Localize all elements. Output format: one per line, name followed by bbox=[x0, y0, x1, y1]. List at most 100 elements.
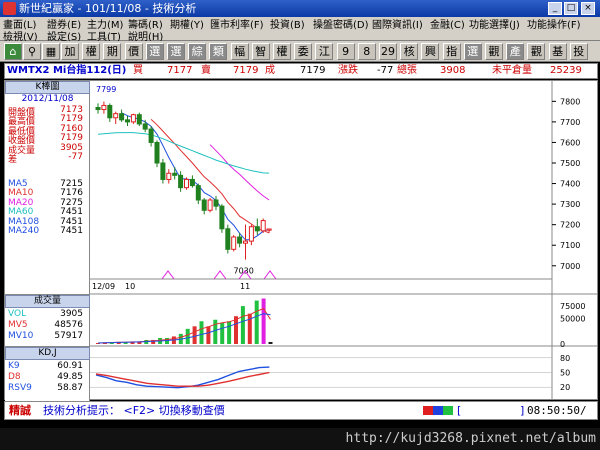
kd-tick-label: 80 bbox=[560, 354, 570, 363]
menu-item[interactable]: 國際資訊(I) bbox=[372, 20, 423, 32]
buy-price: 7177 bbox=[167, 65, 193, 76]
toolbar-button[interactable]: 產 bbox=[506, 43, 525, 60]
minimize-button[interactable]: _ bbox=[548, 2, 562, 15]
kd-line bbox=[95, 371, 270, 387]
candle-body bbox=[195, 185, 201, 201]
toolbar-button[interactable]: 權 bbox=[273, 43, 291, 60]
menu-item[interactable]: 籌碼(R) bbox=[128, 20, 163, 32]
candle-body bbox=[160, 162, 166, 180]
volume-bar bbox=[227, 321, 232, 344]
volume-bar bbox=[220, 322, 225, 344]
menu-item[interactable]: 畫面(L) bbox=[3, 20, 36, 32]
toolbar-button[interactable]: 選 bbox=[463, 43, 482, 60]
toolbar-button[interactable]: 綜 bbox=[188, 43, 207, 60]
menu-item[interactable]: 操盤密碼(D) bbox=[313, 20, 369, 32]
deal-price: 7179 bbox=[300, 65, 326, 76]
menu-item[interactable]: 主力(M) bbox=[87, 20, 123, 32]
close-button[interactable]: × bbox=[581, 2, 595, 15]
candle-body bbox=[248, 226, 254, 242]
candle-body bbox=[207, 199, 213, 211]
volume-bar bbox=[261, 298, 266, 344]
kline-header[interactable]: K棒圖 bbox=[5, 81, 90, 94]
buy-label: 買 bbox=[133, 65, 143, 76]
price-tick-label: 7700 bbox=[560, 118, 580, 127]
candle-body bbox=[178, 174, 184, 189]
candle-body bbox=[231, 236, 237, 250]
toolbar-button[interactable]: 加 bbox=[61, 43, 79, 60]
toolbar-button[interactable]: 類 bbox=[209, 43, 228, 60]
vol-value: 3905 bbox=[60, 309, 83, 319]
price-tick-label: 7000 bbox=[560, 262, 580, 271]
volume-tick-label: 0 bbox=[560, 340, 565, 349]
toolbar-button[interactable]: 興 bbox=[421, 43, 440, 60]
kline-sidebar: K棒圖 2012/11/08 開盤價 7173 最高價 7179 最低價 7160 收盤價 7… bbox=[5, 81, 90, 294]
candle-body bbox=[225, 228, 231, 250]
toolbar-button[interactable]: 委 bbox=[294, 43, 313, 60]
menu-item[interactable]: 金融(C) bbox=[430, 20, 465, 32]
toolbar-button[interactable]: 29 bbox=[379, 43, 397, 60]
volume-tick-label: 50000 bbox=[560, 315, 585, 324]
vol-label: VOL bbox=[8, 309, 27, 319]
volume-label: 總張 bbox=[397, 65, 417, 76]
menu-item[interactable]: 匯市利率(F) bbox=[210, 20, 264, 32]
grid-icon[interactable]: ▦ bbox=[42, 43, 60, 60]
kd-label: D8 bbox=[8, 372, 21, 382]
volume-bar bbox=[254, 300, 259, 344]
volume-header[interactable]: 成交量 bbox=[5, 295, 90, 308]
maximize-button[interactable]: □ bbox=[564, 2, 578, 15]
chart-panel: K棒圖 2012/11/08 開盤價 7173 最高價 7179 最低價 7160 收盤價 7… bbox=[4, 80, 598, 401]
search-icon[interactable]: ⚲ bbox=[23, 43, 41, 60]
toolbar-button[interactable]: 觀 bbox=[527, 43, 546, 60]
menu-item[interactable]: 投資(B) bbox=[270, 20, 305, 32]
candle-body bbox=[254, 226, 260, 232]
stat-label: 差 bbox=[8, 155, 18, 165]
menu-item[interactable]: 期權(Y) bbox=[170, 20, 204, 32]
vol-value: 57917 bbox=[54, 331, 83, 341]
toolbar-button[interactable]: 核 bbox=[400, 43, 419, 60]
toolbar-button[interactable]: 選 bbox=[145, 43, 164, 60]
app-icon bbox=[3, 2, 16, 15]
toolbar-button[interactable]: 觀 bbox=[485, 43, 503, 60]
toolbar-button[interactable]: 權 bbox=[82, 43, 101, 60]
menu-item[interactable]: 證券(E) bbox=[47, 20, 81, 32]
toolbar-button[interactable]: 價 bbox=[124, 43, 143, 60]
status-indicator-blue bbox=[433, 406, 443, 415]
candle-body bbox=[243, 240, 248, 244]
toolbar-button[interactable]: 投 bbox=[569, 43, 588, 60]
kd-tick-label: 20 bbox=[560, 383, 570, 392]
kd-header[interactable]: KD,J bbox=[5, 347, 90, 360]
volume-bar bbox=[192, 326, 197, 344]
menu-item[interactable]: 功能操作(F) bbox=[527, 20, 581, 32]
candle-body bbox=[113, 113, 119, 119]
vol-value: 48576 bbox=[54, 320, 83, 330]
status-indicator-red bbox=[423, 406, 433, 415]
toolbar-button[interactable]: 選 bbox=[167, 43, 185, 60]
kd-label: K9 bbox=[8, 361, 20, 371]
candle-body bbox=[172, 172, 178, 176]
toolbar-button[interactable]: 幅 bbox=[230, 43, 249, 60]
toolbar-button[interactable]: 指 bbox=[442, 43, 461, 60]
symbol-name[interactable]: WMTX2 Mi台指112(日) bbox=[7, 64, 126, 78]
chart-canvas[interactable]: 7800 7700 7600 7500 7400 7300 7200 7100 7000 7799… bbox=[90, 81, 598, 399]
candle-body bbox=[119, 113, 125, 121]
toolbar-button[interactable]: 期 bbox=[103, 43, 122, 60]
change-value: -77 bbox=[377, 65, 394, 76]
candle-body bbox=[101, 104, 107, 111]
toolbar-button[interactable]: 9 bbox=[336, 43, 355, 60]
candle-body bbox=[125, 119, 130, 123]
toolbar-button[interactable]: 江 bbox=[315, 43, 334, 60]
price-tick-label: 7100 bbox=[560, 241, 580, 250]
toolbar-button[interactable]: 8 bbox=[357, 43, 376, 60]
sell-price: 7179 bbox=[233, 65, 259, 76]
toolbar-button[interactable]: 智 bbox=[251, 43, 270, 60]
volume-tick-label: 75000 bbox=[560, 302, 585, 311]
high-price-mark: 7799 bbox=[96, 85, 116, 94]
kd-value: 58.87 bbox=[57, 383, 83, 393]
menu-item[interactable]: 功能選擇(J) bbox=[469, 20, 520, 32]
kd-value: 49.85 bbox=[57, 372, 83, 382]
candle-body bbox=[213, 199, 219, 207]
status-bar: 精誠 技術分析提示： <F2> 切換移動查價 [ ] 08:50:50/ bbox=[4, 401, 598, 420]
toolbar-button[interactable]: 基 bbox=[548, 43, 567, 60]
deal-label: 成 bbox=[265, 65, 275, 76]
home-icon[interactable]: ⌂ bbox=[4, 43, 22, 60]
